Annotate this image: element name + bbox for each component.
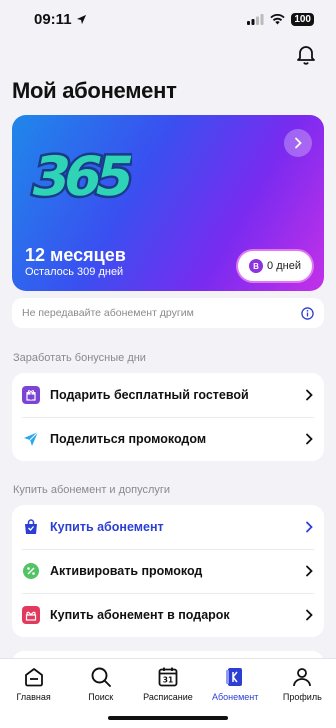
bonus-section-label: Заработать бонусные дни (13, 352, 146, 364)
share-warning-notice: Не передавайте абонемент другим (12, 298, 324, 328)
tab-profile[interactable]: Профиль (270, 665, 334, 728)
location-arrow-icon (76, 14, 86, 24)
bonus-days-label: 0 дней (267, 260, 301, 272)
chevron-right-icon (306, 609, 313, 621)
bonus-icon: В (249, 259, 264, 273)
profile-icon (293, 668, 312, 687)
gift-guest-pass-row[interactable]: Подарить бесплатный гостевой (12, 373, 324, 417)
bonus-days-badge[interactable]: В 0 дней (238, 251, 312, 281)
membership-duration: 12 месяцев (25, 245, 126, 265)
chevron-right-icon (306, 521, 313, 533)
notifications-button[interactable] (294, 42, 318, 66)
share-promocode-label: Поделиться промокодом (50, 432, 207, 446)
notice-text: Не передавайте абонемент другим (22, 307, 194, 319)
calendar-icon: 31 (158, 667, 178, 687)
page-title: Мой абонемент (12, 78, 177, 103)
share-promocode-row[interactable]: Поделиться промокодом (12, 417, 324, 461)
logo-365: 365 (24, 142, 132, 210)
tab-profile-label: Профиль (282, 692, 322, 702)
buy-section-label: Купить абонемент и допуслуги (13, 484, 171, 496)
chevron-right-icon (295, 137, 302, 149)
info-icon[interactable] (301, 306, 314, 320)
chevron-right-icon (306, 433, 313, 445)
logo-365-text: 365 (26, 145, 132, 208)
status-indicators: 100 (247, 12, 314, 26)
chevron-right-icon (306, 565, 313, 577)
home-indicator (108, 716, 228, 720)
tab-schedule-label: Расписание (143, 692, 193, 702)
signal-icon (247, 13, 264, 25)
bonus-group: Подарить бесплатный гостевой Поделиться … (12, 373, 324, 461)
bell-icon (297, 46, 315, 65)
tab-search-label: Поиск (88, 692, 114, 702)
status-time: 09:11 (34, 11, 87, 28)
buy-gift-membership-label: Купить абонемент в подарок (50, 608, 230, 622)
chevron-right-icon (306, 389, 313, 401)
gift-icon (22, 606, 40, 624)
days-remaining: Осталось 309 дней (25, 266, 124, 278)
tab-home-label: Главная (16, 692, 51, 702)
membership-card[interactable]: 365 12 месяцев Осталось 309 дней В 0 дне… (12, 115, 324, 291)
percent-icon (22, 562, 40, 580)
tab-membership-label: Абонемент (211, 692, 259, 702)
gift-ticket-icon (22, 386, 40, 404)
battery-indicator: 100 (291, 12, 314, 26)
activate-promocode-row[interactable]: Активировать промокод (12, 549, 324, 593)
buy-group: Купить абонемент Активировать промокод К… (12, 505, 324, 637)
tab-home[interactable]: Главная (2, 665, 66, 728)
clock-text: 09:11 (34, 10, 72, 28)
buy-membership-label: Купить абонемент (50, 520, 164, 534)
status-bar: 09:11 100 (0, 0, 336, 38)
wifi-icon (270, 13, 285, 24)
home-icon (24, 668, 43, 687)
shopping-bag-icon (22, 518, 40, 536)
card-details-button[interactable] (284, 129, 312, 157)
search-icon (91, 667, 111, 687)
gift-guest-pass-label: Подарить бесплатный гостевой (50, 388, 249, 402)
membership-card-icon (226, 668, 243, 686)
send-icon (22, 430, 40, 448)
buy-membership-row[interactable]: Купить абонемент (12, 505, 324, 549)
calendar-day: 31 (163, 676, 173, 685)
buy-gift-membership-row[interactable]: Купить абонемент в подарок (12, 593, 324, 637)
activate-promocode-label: Активировать промокод (50, 564, 203, 578)
